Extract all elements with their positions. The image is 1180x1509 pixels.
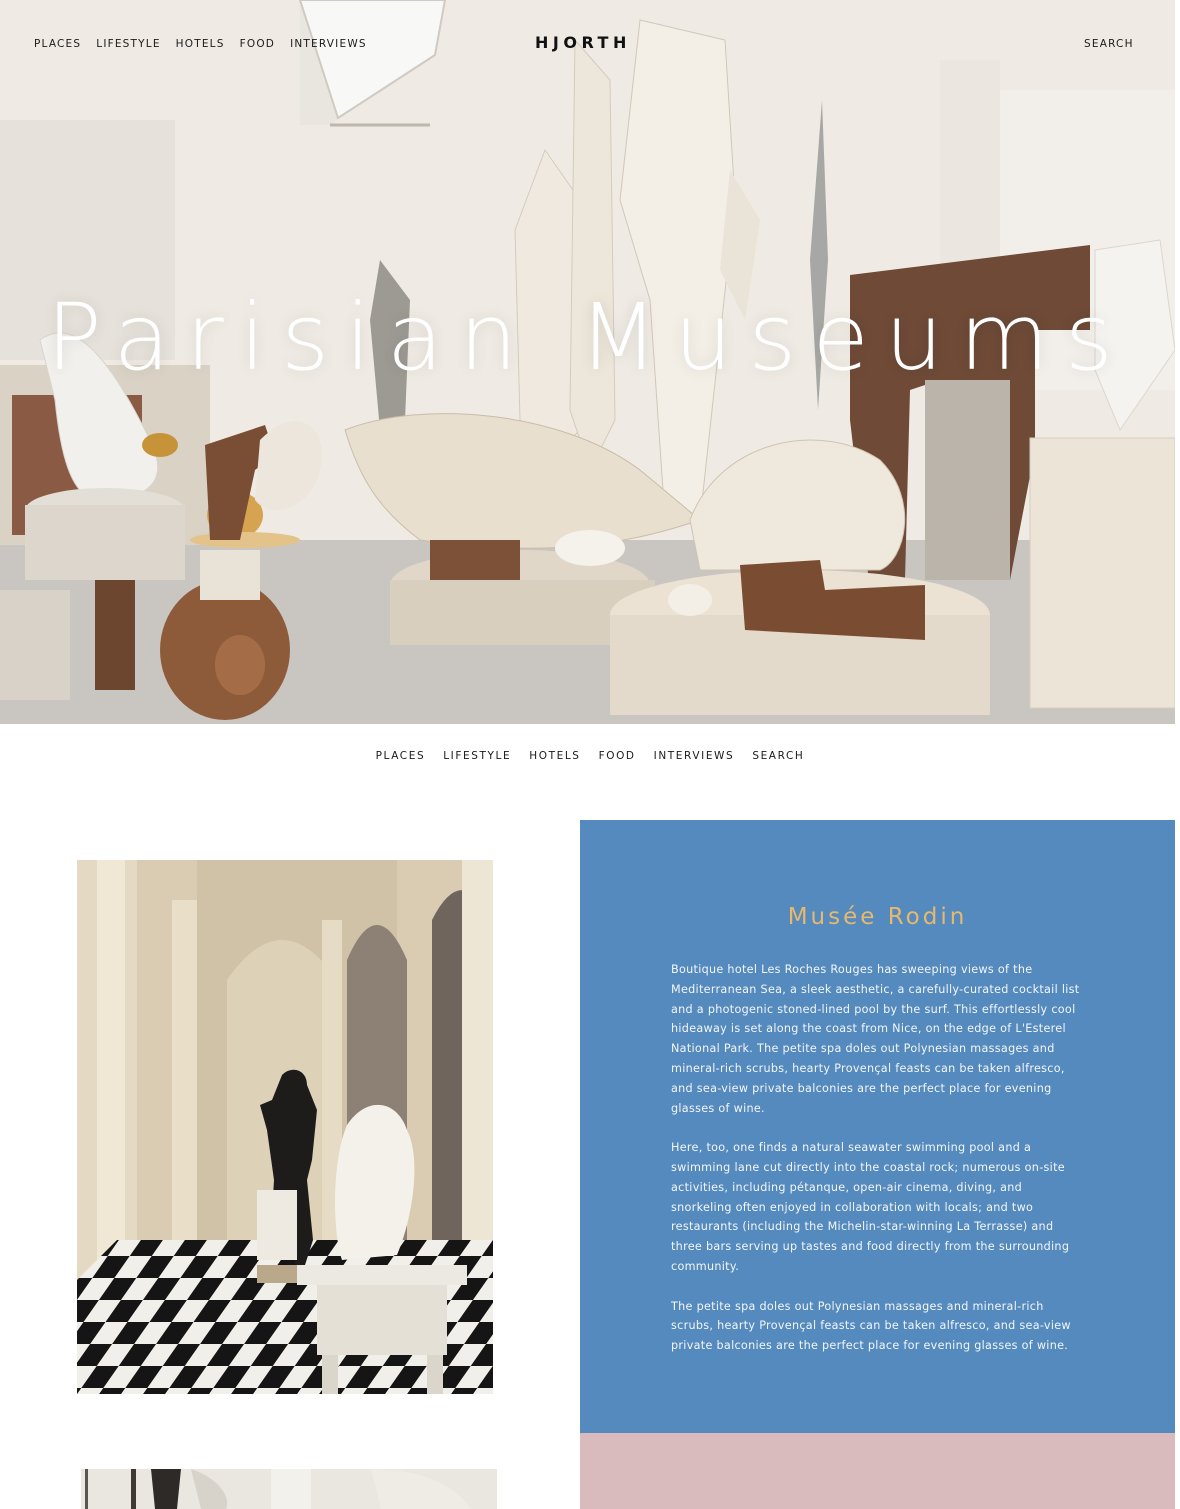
top-nav: PLACES LIFESTYLE HOTELS FOOD INTERVIEWS: [34, 38, 367, 50]
top-nav-food[interactable]: FOOD: [240, 38, 275, 50]
article-paragraph: Here, too, one finds a natural seawater …: [671, 1141, 1070, 1273]
article-panel: Musée Rodin Boutique hotel Les Roches Ro…: [580, 820, 1175, 1433]
subnav-interviews[interactable]: INTERVIEWS: [654, 750, 735, 762]
top-search-link[interactable]: SEARCH: [1084, 38, 1134, 50]
top-nav-lifestyle[interactable]: LIFESTYLE: [96, 38, 160, 50]
second-photo-illustration: [81, 1469, 497, 1509]
subnav-search[interactable]: SEARCH: [752, 750, 804, 762]
museum-hall-illustration: [77, 860, 493, 1394]
top-nav-hotels[interactable]: HOTELS: [176, 38, 225, 50]
hero-title: Parisian Museums: [46, 284, 1129, 391]
article-body: Boutique hotel Les Roches Rouges has swe…: [671, 960, 1083, 1376]
article-paragraph: Boutique hotel Les Roches Rouges has swe…: [671, 963, 1080, 1115]
hero-image: PLACES LIFESTYLE HOTELS FOOD INTERVIEWS …: [0, 0, 1175, 724]
top-nav-places[interactable]: PLACES: [34, 38, 81, 50]
page-edge: [1175, 0, 1180, 1509]
next-article-panel: [580, 1433, 1175, 1509]
article-title: Musée Rodin: [787, 904, 968, 930]
subnav-food[interactable]: FOOD: [599, 750, 636, 762]
subnav-places[interactable]: PLACES: [376, 750, 426, 762]
musee-rodin-photo: [77, 860, 493, 1394]
brand-logo[interactable]: HJORTH: [535, 33, 631, 52]
subnav-lifestyle[interactable]: LIFESTYLE: [443, 750, 511, 762]
secondary-nav: PLACES LIFESTYLE HOTELS FOOD INTERVIEWS …: [0, 750, 1180, 762]
top-nav-interviews[interactable]: INTERVIEWS: [290, 38, 367, 50]
article-paragraph: The petite spa doles out Polynesian mass…: [671, 1299, 1071, 1353]
subnav-hotels[interactable]: HOTELS: [529, 750, 580, 762]
second-photo: [81, 1469, 497, 1509]
